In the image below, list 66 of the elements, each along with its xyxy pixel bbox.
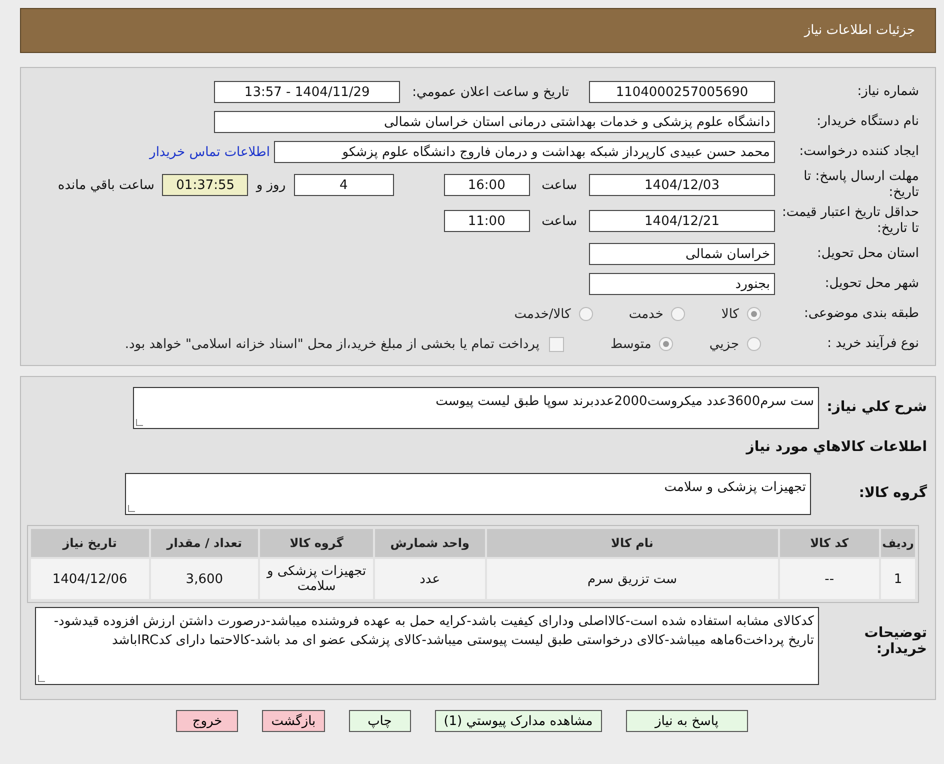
field-label: ایجاد کننده درخواست: bbox=[798, 144, 920, 160]
table-cell: 1 bbox=[881, 559, 915, 599]
radio-button[interactable] bbox=[671, 307, 686, 321]
creator-field: محمد حسن عبیدی کارپرداز شبکه بهداشت و درمان فاروج دانشگاه علوم پزشکو bbox=[274, 141, 775, 163]
field-label: نام دستگاه خریدار: bbox=[816, 114, 920, 130]
action-button[interactable]: چاپ bbox=[348, 710, 411, 732]
field-label: مهلت ارسال پاسخ: تا تاریخ: bbox=[802, 169, 920, 201]
checkbox-label: پرداخت تمام یا بخشی از مبلغ خرید،از محل "اسناد خزانه اسلامی" خواهد بود. bbox=[124, 336, 540, 352]
days-field: 4 bbox=[294, 174, 394, 196]
radio-button[interactable] bbox=[578, 307, 593, 321]
city-field: بجنورد bbox=[589, 273, 775, 295]
field-label: تاریخ و ساعت اعلان عمومي: bbox=[412, 84, 569, 100]
radio-button[interactable] bbox=[747, 337, 761, 351]
checkbox[interactable] bbox=[549, 336, 564, 352]
time-field: 16:00 bbox=[444, 174, 530, 196]
field-label: نوع فرآیند خرید : bbox=[826, 336, 920, 352]
field-label: شهر محل تحویل: bbox=[824, 276, 920, 292]
column-header: تعداد / مقدار bbox=[150, 529, 258, 557]
section-heading: اطلاعات کالاهاي مورد نیاز bbox=[744, 439, 927, 455]
table-cell: عدد bbox=[374, 559, 485, 599]
field-label: ساعت bbox=[542, 178, 577, 192]
need-number-field: 1104000257005690 bbox=[589, 81, 775, 103]
radio-label: جزيي bbox=[709, 336, 739, 352]
goods-group-textarea[interactable]: تجهیزات پزشکی و سلامت bbox=[125, 473, 811, 515]
field-label: روز و bbox=[256, 178, 286, 192]
column-header: نام کالا bbox=[486, 529, 778, 557]
field-label: توضیحات خریدار: bbox=[863, 624, 927, 657]
action-button[interactable]: پاسخ به نیاز bbox=[626, 710, 748, 732]
notes-textarea[interactable]: کدکالای مشابه استفاده شده است-کالااصلی ودارای کیفیت باشد-کرایه حمل به عهده فروشنده میباشد-درصورت داشتن ارزش افزوده قیدشود-تاریخ پرداخت6ماهه میباشد-کالای درخواستی طبق لیست پیوستی میباشد-کالای پزشکی عضو ای مد باشد-کالاحتما دارای کدIRCباشد bbox=[35, 607, 819, 685]
column-header: گروه کالا bbox=[260, 529, 373, 557]
table-cell: 3,600 bbox=[150, 559, 258, 599]
announce-date-field: 1404/11/29 - 13:57 bbox=[214, 81, 400, 103]
field-label: استان محل تحویل: bbox=[816, 246, 920, 262]
remaining-time-field: 01:37:55 bbox=[162, 174, 248, 196]
radio-button[interactable] bbox=[659, 337, 674, 351]
description-textarea[interactable]: ست سرم3600عدد میکروست2000عددبرند سوپا طبق لیست پیوست bbox=[133, 387, 819, 429]
time-field: 11:00 bbox=[444, 210, 530, 232]
action-button[interactable]: خروج bbox=[176, 710, 238, 732]
radio-button[interactable] bbox=[747, 307, 761, 321]
column-header: ردیف bbox=[881, 529, 915, 557]
field-label: شماره نیاز: bbox=[856, 84, 920, 100]
table-cell: تجهیزات پزشکی و سلامت bbox=[260, 559, 373, 599]
buyer-field: دانشگاه علوم پزشکی و خدمات بهداشتی درمانی استان خراسان شمالی bbox=[214, 111, 775, 133]
column-header: کد کالا bbox=[780, 529, 880, 557]
table-cell: 1404/12/06 bbox=[31, 559, 149, 599]
field-label: شرح کلي نیاز: bbox=[826, 398, 927, 415]
field-label: طبقه بندی موضوعی: bbox=[802, 306, 920, 322]
field-label: گروه کالا: bbox=[858, 483, 927, 501]
date-field: 1404/12/03 bbox=[589, 174, 775, 196]
radio-label: متوسط bbox=[610, 336, 652, 352]
column-header: تاریخ نیاز bbox=[31, 529, 149, 557]
column-header: واحد شمارش bbox=[374, 529, 485, 557]
province-field: خراسان شمالی bbox=[589, 243, 775, 265]
contact-link[interactable]: اطلاعات تماس خریدار bbox=[150, 144, 270, 160]
action-button[interactable]: مشاهده مدارک پیوستي (1) bbox=[434, 710, 602, 732]
table-cell: ست تزریق سرم bbox=[486, 559, 778, 599]
date-field: 1404/12/21 bbox=[589, 210, 775, 232]
field-label: ساعت باقي مانده bbox=[58, 178, 154, 192]
radio-label: کالا bbox=[721, 306, 739, 322]
field-label: ساعت bbox=[542, 214, 577, 228]
table-cell: -- bbox=[780, 559, 880, 599]
radio-label: خدمت bbox=[628, 306, 664, 322]
action-button[interactable]: بازگشت bbox=[262, 710, 325, 732]
field-label: حداقل تاریخ اعتبار قیمت: تا تاریخ: bbox=[780, 205, 920, 237]
page-title: جزئیات اطلاعات نیاز bbox=[804, 23, 915, 38]
radio-label: کالا/خدمت bbox=[514, 306, 571, 322]
